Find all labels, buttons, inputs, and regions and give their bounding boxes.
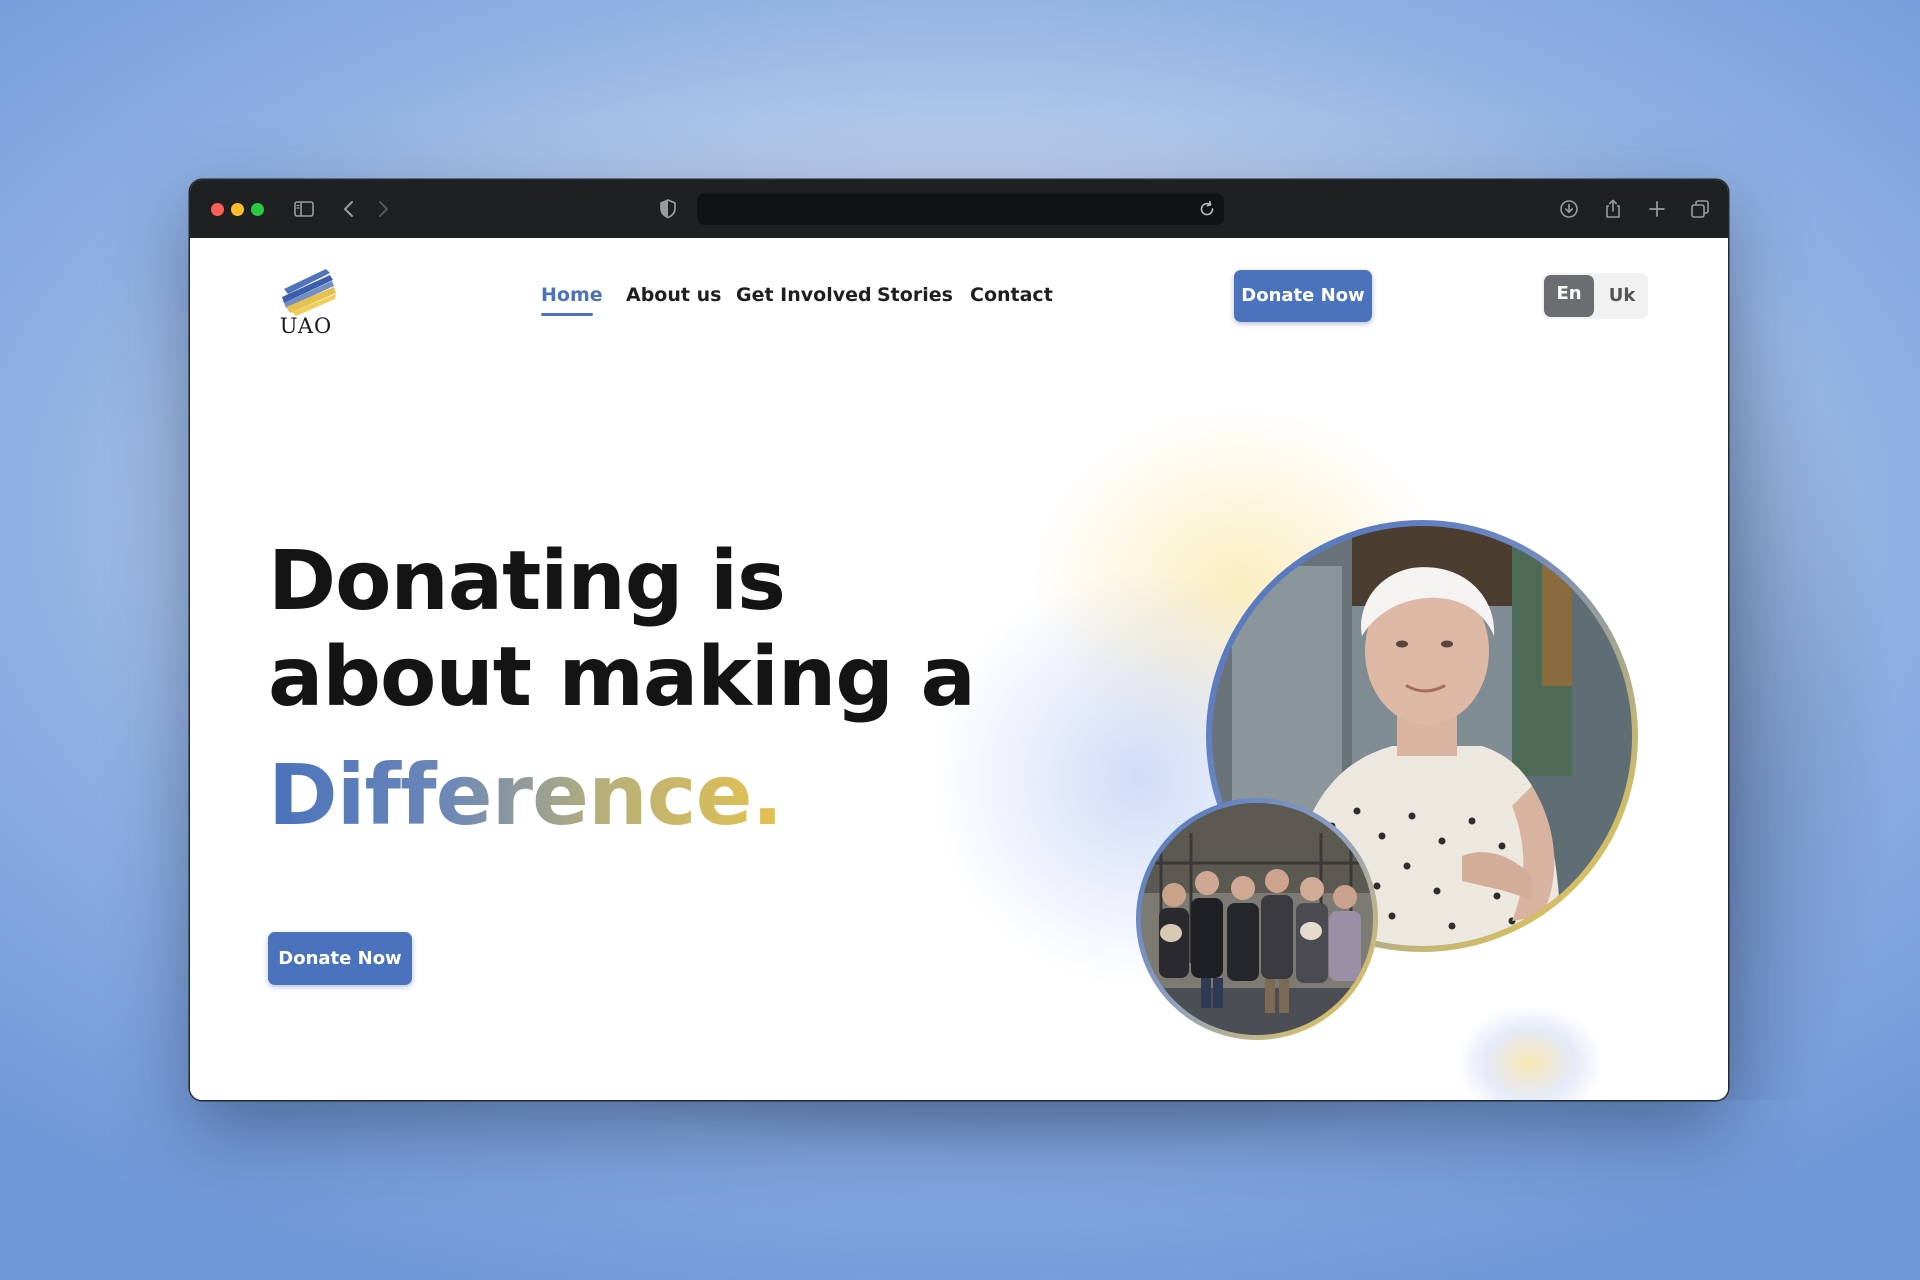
back-icon[interactable] (337, 197, 361, 221)
decorative-glow-small (1460, 1008, 1600, 1100)
nav-contact[interactable]: Contact (970, 284, 1053, 306)
shield-icon[interactable] (656, 197, 680, 221)
hero-heading-line-1: Donating is (268, 534, 786, 629)
sidebar-icon[interactable] (292, 197, 316, 221)
new-tab-icon[interactable] (1645, 197, 1669, 221)
nav-about-us[interactable]: About us (626, 284, 721, 306)
web-page: UAO Home About us Get Involved Stories C… (190, 238, 1728, 1100)
hero-photo-group (1136, 798, 1378, 1040)
nav-get-involved[interactable]: Get Involved (736, 284, 872, 306)
download-icon[interactable] (1557, 197, 1581, 221)
hero-donate-button[interactable]: Donate Now (268, 932, 412, 985)
language-uk-option[interactable]: Uk (1602, 275, 1642, 317)
hero-photo-group-image (1141, 803, 1373, 1035)
logo-text: UAO (279, 314, 333, 338)
browser-window: UAO Home About us Get Involved Stories C… (190, 180, 1728, 1100)
address-bar[interactable] (697, 193, 1224, 225)
minimize-window-button[interactable] (231, 203, 244, 216)
forward-icon[interactable] (371, 197, 395, 221)
reload-icon[interactable] (1196, 198, 1218, 220)
nav-active-indicator (541, 313, 593, 316)
maximize-window-button[interactable] (251, 203, 264, 216)
hero-heading-line-2: about making a (268, 630, 976, 725)
language-switcher: En Uk (1542, 273, 1648, 319)
hero-heading-highlight: Difference. (268, 746, 783, 844)
close-window-button[interactable] (211, 203, 224, 216)
browser-toolbar (190, 180, 1728, 239)
nav-home[interactable]: Home (541, 284, 603, 306)
nav-stories[interactable]: Stories (877, 284, 953, 306)
tabs-overview-icon[interactable] (1688, 197, 1712, 221)
language-en-option[interactable]: En (1544, 275, 1594, 317)
share-icon[interactable] (1601, 197, 1625, 221)
header-donate-button[interactable]: Donate Now (1234, 270, 1372, 322)
